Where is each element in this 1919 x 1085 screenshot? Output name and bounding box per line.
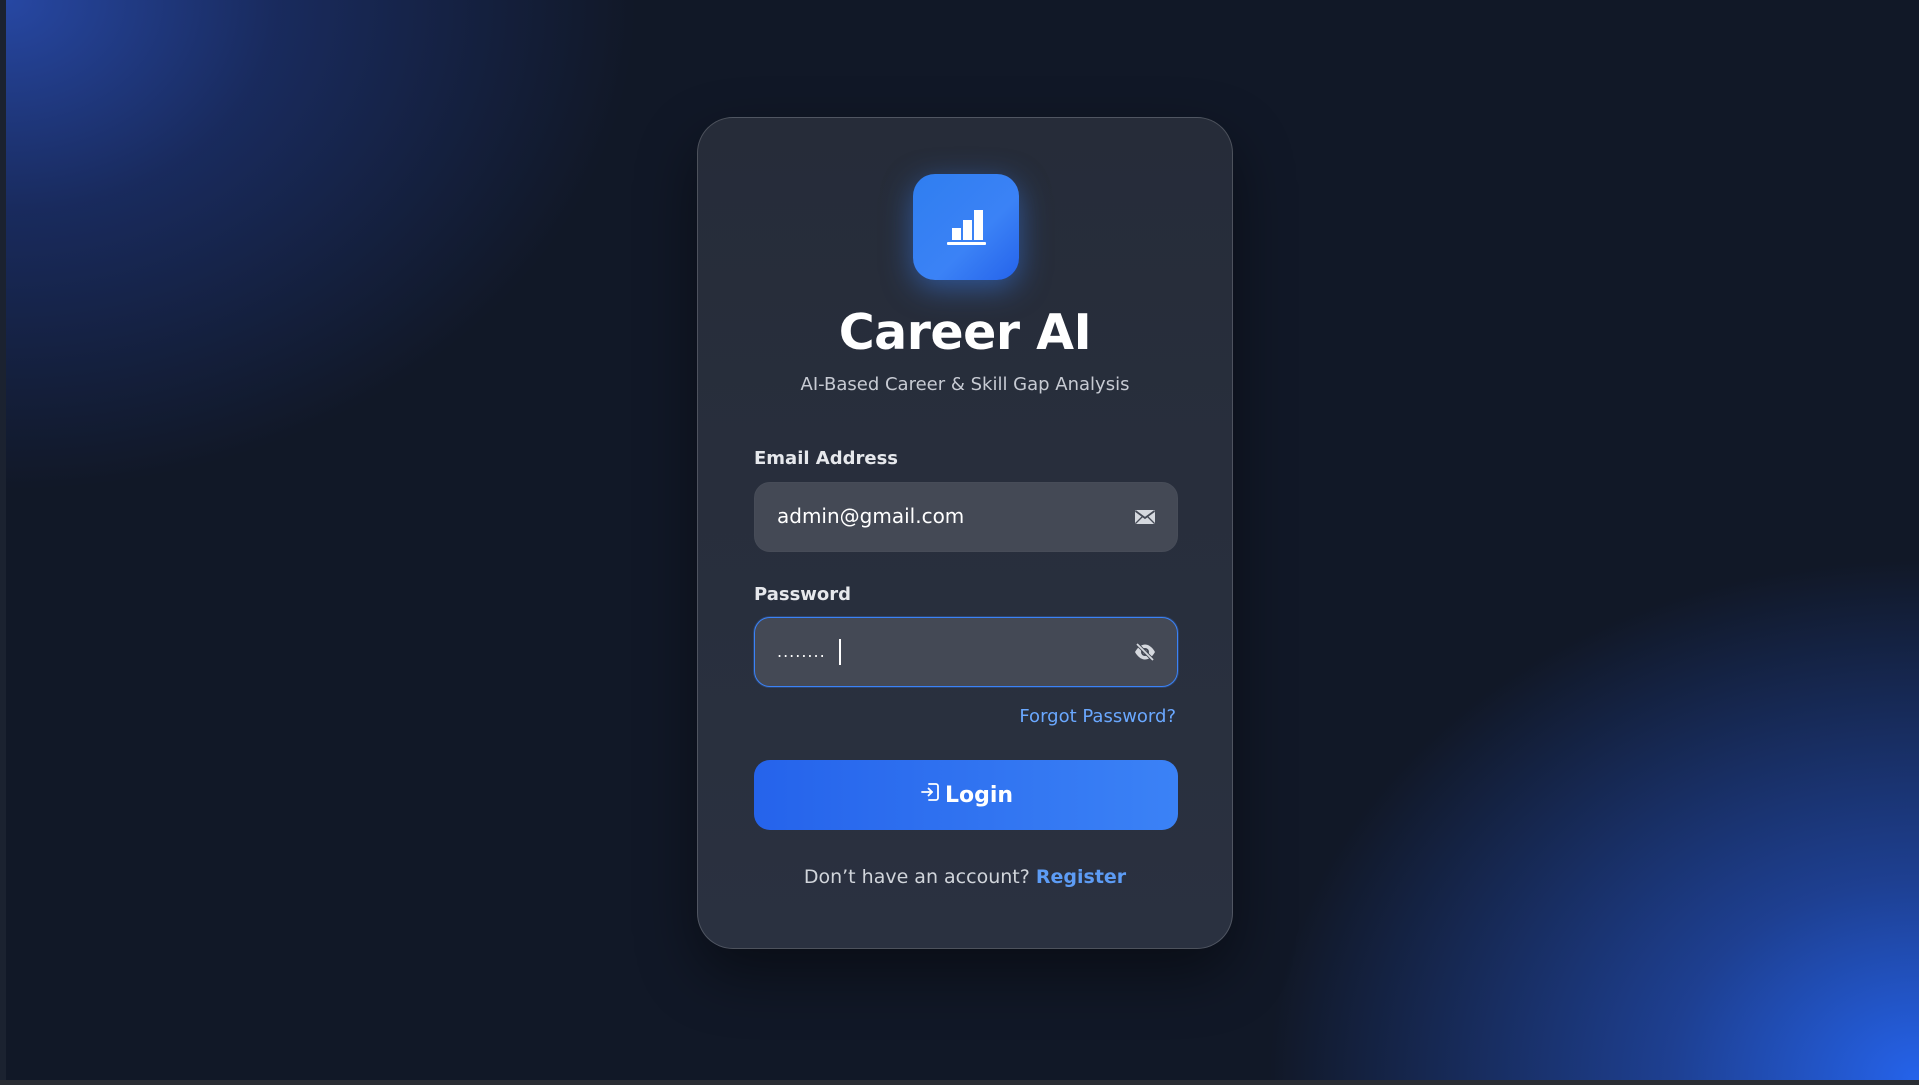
bar-chart-icon: [947, 210, 986, 245]
password-label: Password: [754, 584, 852, 605]
register-link[interactable]: Register: [1036, 866, 1126, 888]
login-button[interactable]: Login: [754, 760, 1178, 830]
login-arrow-icon: [919, 781, 941, 809]
forgot-password-link[interactable]: Forgot Password?: [1019, 706, 1176, 727]
eye-slash-icon[interactable]: [1133, 640, 1157, 664]
password-field-container[interactable]: [754, 617, 1178, 687]
window-bottom-edge: [0, 1080, 1919, 1085]
email-field-container[interactable]: [754, 482, 1178, 552]
app-logo: [913, 174, 1019, 280]
envelope-icon: [1133, 505, 1157, 529]
app-subtitle: AI-Based Career & Skill Gap Analysis: [800, 374, 1130, 395]
email-label: Email Address: [754, 448, 899, 469]
app-title: Career AI: [838, 304, 1092, 361]
password-input[interactable]: [777, 618, 1107, 684]
register-prompt-text: Don’t have an account?: [803, 866, 1030, 888]
page-background: Career AI AI-Based Career & Skill Gap An…: [6, 0, 1919, 1080]
login-button-label: Login: [944, 782, 1014, 808]
email-input[interactable]: [777, 483, 1107, 549]
register-prompt: Don’t have an account? Register: [698, 866, 1232, 888]
login-card: Career AI AI-Based Career & Skill Gap An…: [697, 117, 1233, 949]
text-caret: [839, 639, 841, 665]
